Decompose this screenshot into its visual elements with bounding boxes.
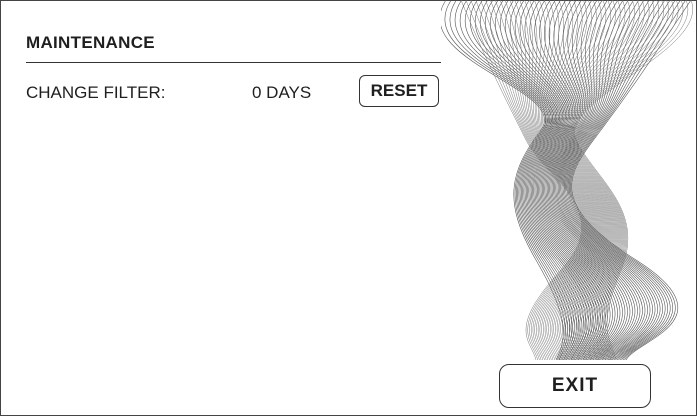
exit-button[interactable]: EXIT	[499, 364, 651, 408]
change-filter-value: 0 DAYS	[252, 83, 312, 102]
page-title: MAINTENANCE	[26, 33, 155, 52]
wave-line-art-icon	[441, 0, 694, 360]
wave-line	[514, 0, 593, 360]
reset-button[interactable]: RESET	[359, 75, 439, 107]
change-filter-label: CHANGE FILTER:	[26, 83, 166, 102]
wave-line	[490, 0, 588, 360]
wave-line	[449, 0, 568, 360]
title-divider	[26, 62, 441, 63]
